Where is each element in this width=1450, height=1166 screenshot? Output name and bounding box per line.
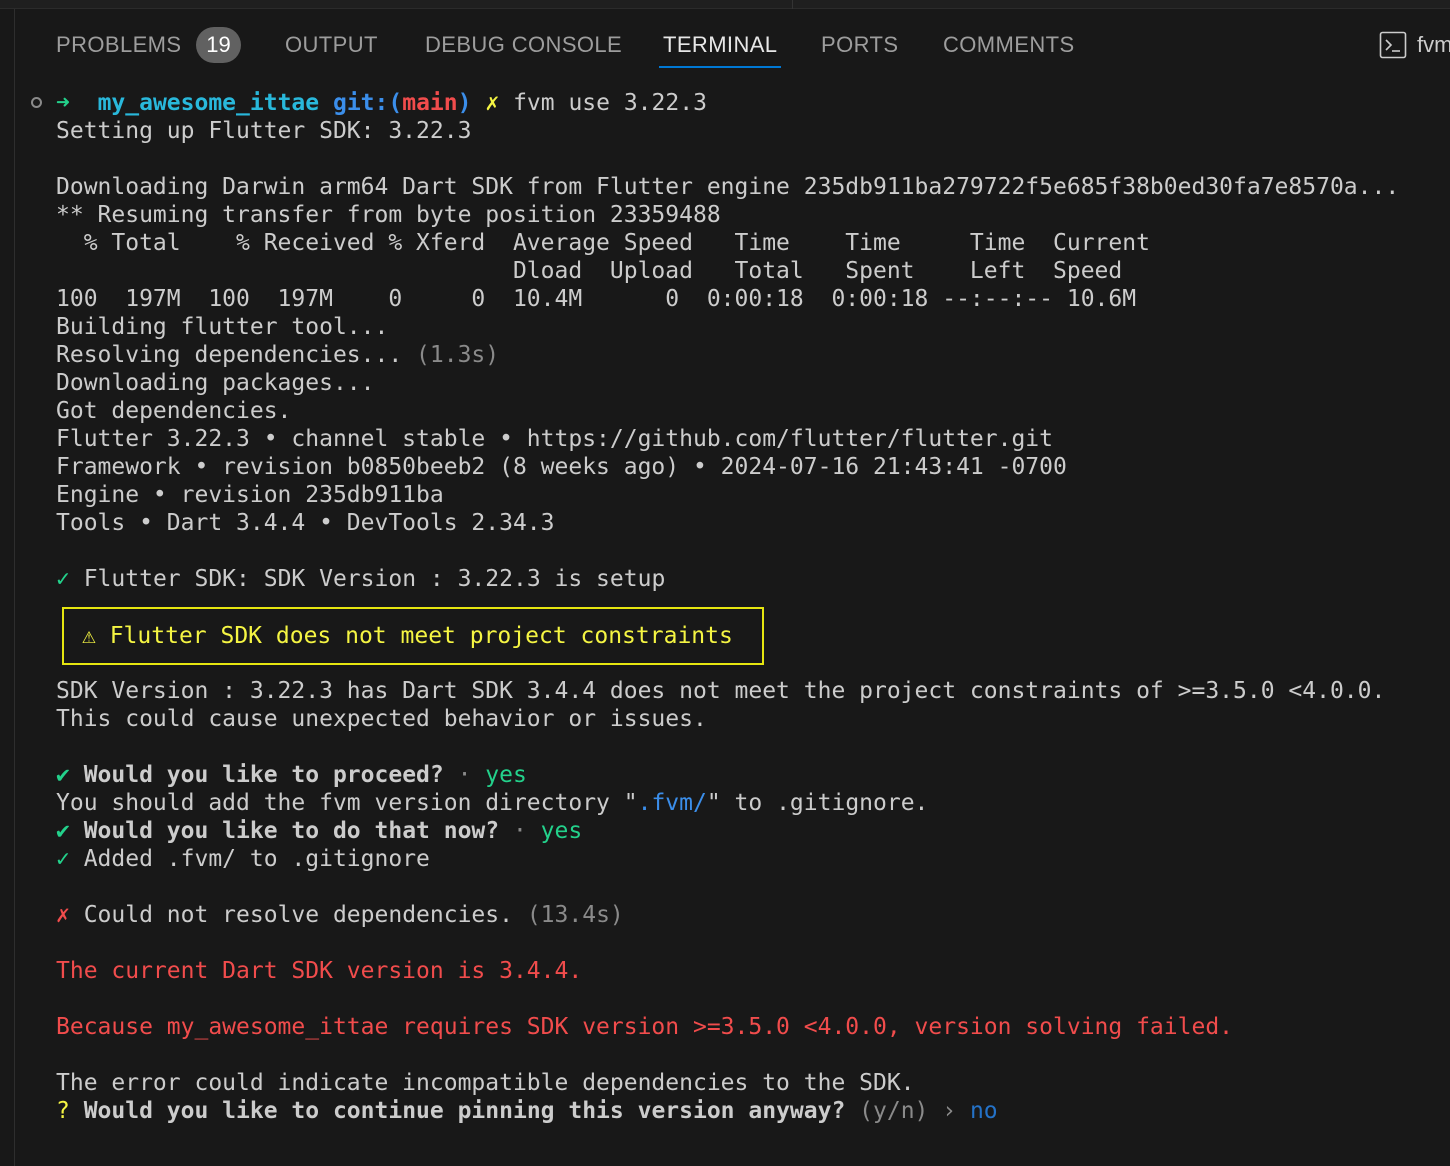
output-line: Building flutter tool... xyxy=(56,314,389,340)
tab-comments-label: COMMENTS xyxy=(943,32,1075,57)
output-line: Setting up Flutter SDK: 3.22.3 xyxy=(56,118,472,144)
gitignore-suffix: " to .gitignore. xyxy=(706,790,929,816)
output-line: Resolving dependencies... (1.3s) xyxy=(56,341,499,369)
output-line: Tools • Dart 3.4.4 • DevTools 2.34.3 xyxy=(56,510,555,536)
terminal-shell-name: fvm xyxy=(1417,32,1450,57)
output-line: ** Resuming transfer from byte position … xyxy=(56,202,721,228)
output-line: Framework • revision b0850beeb2 (8 weeks… xyxy=(56,454,1067,480)
warning-icon: ⚠ xyxy=(82,623,96,649)
warning-text: Flutter SDK does not meet project constr… xyxy=(95,623,733,649)
tab-ports-label: PORTS xyxy=(821,32,899,57)
output-line: Downloading Darwin arm64 Dart SDK from F… xyxy=(56,174,1400,200)
prompt-line: ➜ my_awesome_ittae git:(main) ✗ fvm use … xyxy=(56,89,707,117)
tab-problems-label: PROBLEMS xyxy=(56,32,182,57)
pin-hint: (y/n) xyxy=(845,1098,943,1124)
proceed-answer: yes xyxy=(485,762,527,788)
tab-terminal[interactable]: TERMINAL xyxy=(658,10,782,74)
do-now-prompt-line: ✔ Would you like to do that now? · yes xyxy=(56,817,582,845)
pin-prompt-line: ? Would you like to continue pinning thi… xyxy=(56,1097,998,1125)
check-icon: ✓ xyxy=(56,566,70,592)
warning-line: ⚠ Flutter SDK does not meet project cons… xyxy=(82,622,733,650)
heavy-check-icon: ✔ xyxy=(56,762,70,788)
resolve-fail-time: (13.4s) xyxy=(526,902,624,928)
separator-dot: · xyxy=(443,762,486,788)
output-line: The error could indicate incompatible de… xyxy=(56,1070,915,1096)
curl-header-line: Dload Upload Total Spent Left Speed xyxy=(56,258,1123,284)
output-line: This could cause unexpected behavior or … xyxy=(56,706,707,732)
do-now-answer: yes xyxy=(540,818,583,844)
terminal-icon xyxy=(1379,31,1407,59)
question-icon: ? xyxy=(56,1098,70,1124)
heavy-check-icon: ✔ xyxy=(56,818,70,844)
tab-debug-console[interactable]: DEBUG CONSOLE xyxy=(425,10,622,74)
error-line: Because my_awesome_ittae requires SDK ve… xyxy=(56,1014,1234,1040)
proceed-question: Would you like to proceed? xyxy=(69,762,444,788)
check-icon: ✓ xyxy=(56,846,70,872)
tab-comments[interactable]: COMMENTS xyxy=(943,10,1075,74)
gitignore-dir: .fvm/ xyxy=(637,790,707,816)
resolve-fail-line: ✗ Could not resolve dependencies. (13.4s… xyxy=(56,901,624,929)
panel-tab-bar: PROBLEMS 19 OUTPUT DEBUG CONSOLE TERMINA… xyxy=(15,10,1450,74)
output-line: Engine • revision 235db911ba xyxy=(56,482,444,508)
problems-count-badge: 19 xyxy=(196,27,241,63)
error-line: The current Dart SDK version is 3.4.4. xyxy=(56,958,583,984)
editor-top-edge xyxy=(0,0,1450,9)
added-text: Added .fvm/ to .gitignore xyxy=(69,846,430,872)
pin-answer: no xyxy=(956,1098,998,1124)
terminal-output[interactable]: ➜ my_awesome_ittae git:(main) ✗ fvm use … xyxy=(0,89,1450,1166)
warning-box: ⚠ Flutter SDK does not meet project cons… xyxy=(62,607,764,665)
resolving-time: (1.3s) xyxy=(416,342,500,368)
output-line: Got dependencies. xyxy=(56,398,292,424)
sdk-setup-text: Flutter SDK: SDK Version : 3.22.3 is set… xyxy=(69,566,666,592)
tab-problems[interactable]: PROBLEMS xyxy=(56,10,181,74)
chevron-right-icon: › xyxy=(942,1098,957,1124)
gitignore-prefix: You should add the fvm version directory… xyxy=(56,790,638,816)
resolving-text: Resolving dependencies... xyxy=(56,342,417,368)
resolve-fail-text: Could not resolve dependencies. xyxy=(69,902,527,928)
curl-header-line: % Total % Received % Xferd Average Speed… xyxy=(56,230,1150,256)
pin-question: Would you like to continue pinning this … xyxy=(69,1098,846,1124)
prompt-git-prefix: git:( xyxy=(332,90,403,116)
prompt-directory: my_awesome_ittae xyxy=(97,90,320,116)
prompt-arrow: ➜ xyxy=(56,90,70,116)
tab-output[interactable]: OUTPUT xyxy=(285,10,378,74)
cross-icon: ✗ xyxy=(56,902,70,928)
sdk-setup-line: ✓ Flutter SDK: SDK Version : 3.22.3 is s… xyxy=(56,565,665,593)
prompt-branch: main xyxy=(402,90,458,116)
proceed-prompt-line: ✔ Would you like to proceed? · yes xyxy=(56,761,527,789)
tab-debug-console-label: DEBUG CONSOLE xyxy=(425,32,623,57)
output-line: SDK Version : 3.22.3 has Dart SDK 3.4.4 … xyxy=(56,678,1386,704)
prompt-dirty-mark: ✗ xyxy=(485,90,500,116)
prompt-command: fvm use 3.22.3 xyxy=(513,90,707,116)
do-now-question: Would you like to do that now? xyxy=(69,818,500,844)
prompt-git-suffix: ) xyxy=(457,90,472,116)
tab-output-label: OUTPUT xyxy=(285,32,378,57)
tab-ports[interactable]: PORTS xyxy=(821,10,898,74)
command-decoration-icon[interactable] xyxy=(31,97,42,108)
added-line: ✓ Added .fvm/ to .gitignore xyxy=(56,845,430,873)
output-line: Downloading packages... xyxy=(56,370,375,396)
output-line: Flutter 3.22.3 • channel stable • https:… xyxy=(56,426,1053,452)
gitignore-hint-line: You should add the fvm version directory… xyxy=(56,789,928,817)
editor-split-line xyxy=(792,0,793,9)
tab-terminal-label: TERMINAL xyxy=(663,32,778,57)
separator-dot: · xyxy=(499,818,541,844)
curl-progress-line: 100 197M 100 197M 0 0 10.4M 0 0:00:18 0:… xyxy=(56,286,1137,312)
